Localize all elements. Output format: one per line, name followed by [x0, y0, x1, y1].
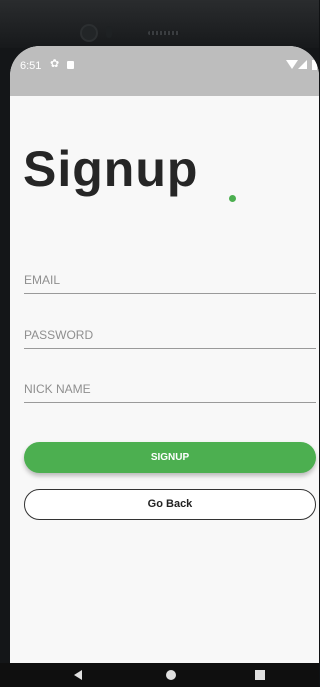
password-field: [24, 308, 316, 349]
title-accent-dot: [229, 195, 236, 202]
nickname-input[interactable]: [24, 382, 316, 396]
email-input[interactable]: [24, 273, 316, 287]
go-back-button[interactable]: Go Back: [24, 489, 316, 520]
password-input[interactable]: [24, 328, 316, 342]
navigation-bar: [0, 663, 319, 687]
recents-icon[interactable]: [255, 670, 265, 680]
gear-icon: ✿: [50, 58, 60, 70]
sd-card-icon: [67, 61, 74, 69]
wifi-icon: [286, 60, 298, 69]
page-title: Signup: [23, 141, 199, 197]
app-screen: 6:51 ✿ Signup SIGNUP Go Back: [10, 46, 319, 687]
home-icon[interactable]: [166, 670, 176, 680]
status-bar: 6:51 ✿: [10, 46, 319, 96]
phone-device: 6:51 ✿ Signup SIGNUP Go Back: [0, 0, 319, 687]
signal-icon: [298, 60, 307, 69]
status-time: 6:51: [20, 60, 42, 72]
earpiece-speaker-icon: [148, 31, 180, 35]
battery-icon: [312, 60, 317, 70]
sensor-icon: [106, 26, 112, 38]
email-field: [24, 253, 316, 294]
front-camera-icon: [82, 26, 96, 40]
signup-button[interactable]: SIGNUP: [24, 442, 316, 473]
nickname-field: [24, 362, 316, 403]
back-icon[interactable]: [74, 670, 82, 680]
phone-bezel: [0, 0, 319, 48]
